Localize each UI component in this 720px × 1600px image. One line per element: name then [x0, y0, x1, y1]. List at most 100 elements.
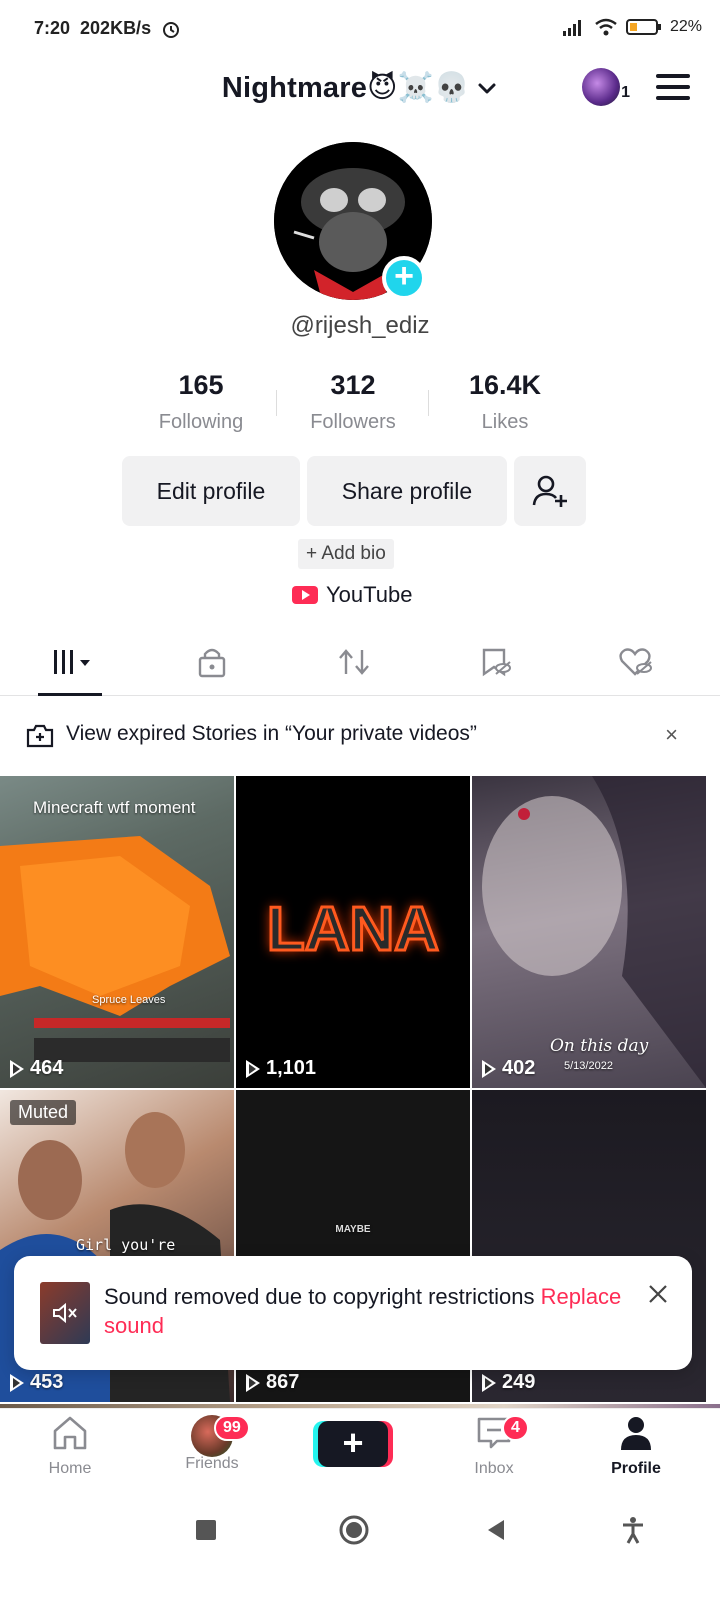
- tab-liked[interactable]: [606, 642, 666, 682]
- battery-percent: 22%: [669, 18, 702, 35]
- youtube-icon: [292, 586, 318, 604]
- close-icon[interactable]: ×: [665, 722, 678, 748]
- play-icon: [482, 1373, 496, 1392]
- add-friend-button[interactable]: [514, 456, 586, 526]
- tab-private[interactable]: [182, 642, 242, 682]
- banner-text: View expired Stories in “Your private vi…: [66, 722, 477, 745]
- inbox-badge: 4: [502, 1415, 529, 1441]
- nav-label: Home: [48, 1460, 92, 1477]
- copyright-toast: Sound removed due to copyright restricti…: [14, 1256, 692, 1370]
- view-count: 402: [482, 1057, 535, 1080]
- play-icon: [10, 1373, 24, 1392]
- video-caption: Minecraft wtf moment: [33, 798, 196, 817]
- video-thumbnail[interactable]: LANA 1,101: [236, 776, 470, 1088]
- back-icon[interactable]: [484, 1518, 508, 1542]
- stat-value: 16.4K: [468, 370, 542, 400]
- create-button[interactable]: +: [318, 1421, 388, 1467]
- active-tab-indicator: [38, 693, 102, 696]
- stat-value: 312: [330, 370, 376, 400]
- bookmark-hidden-icon: [482, 648, 511, 677]
- view-count: 453: [10, 1371, 63, 1394]
- username-handle: @rijesh_ediz: [290, 312, 430, 339]
- youtube-link[interactable]: YouTube: [292, 582, 412, 608]
- view-count: 249: [482, 1371, 535, 1394]
- toast-message: Sound removed due to copyright restricti…: [104, 1284, 535, 1309]
- content-tabs: [0, 630, 720, 696]
- recents-icon[interactable]: [194, 1518, 218, 1542]
- play-icon: [10, 1059, 24, 1078]
- tab-favorites[interactable]: [466, 642, 526, 682]
- edit-profile-button[interactable]: Edit profile: [122, 456, 300, 526]
- stat-value: 165: [178, 370, 224, 400]
- youtube-label: YouTube: [326, 582, 413, 607]
- stat-label: Following: [158, 411, 244, 433]
- divider: [428, 390, 429, 416]
- video-caption: MAYBE: [335, 1224, 371, 1235]
- heart-hidden-icon: [619, 648, 652, 676]
- home-button-icon[interactable]: [338, 1514, 370, 1546]
- friends-badge: 99: [214, 1415, 250, 1441]
- stat-likes[interactable]: 16.4K Likes: [430, 370, 580, 434]
- chevron-down-icon: [478, 83, 496, 93]
- close-icon[interactable]: [648, 1280, 668, 1311]
- grid-icon: [54, 650, 90, 674]
- view-count: 464: [10, 1057, 63, 1080]
- profile-name: Nightmare😈☠️💀: [221, 72, 471, 104]
- accessibility-icon[interactable]: [620, 1516, 646, 1544]
- video-subcaption: Spruce Leaves: [92, 994, 166, 1006]
- account-switcher[interactable]: Nightmare😈☠️💀: [222, 70, 498, 105]
- video-caption: On this day: [550, 1036, 649, 1056]
- profile-header: Nightmare😈☠️💀 1: [0, 60, 720, 120]
- status-time: 7:20: [34, 18, 71, 38]
- video-caption: LANA: [265, 894, 440, 966]
- share-profile-button[interactable]: Share profile: [307, 456, 507, 526]
- stat-label: Followers: [310, 411, 396, 433]
- nav-friends[interactable]: Friends 99: [162, 1415, 262, 1473]
- muted-video-thumbnail: [40, 1282, 90, 1344]
- play-icon: [246, 1373, 260, 1392]
- add-story-button[interactable]: +: [382, 256, 426, 300]
- video-caption: Girl you're: [76, 1236, 176, 1254]
- battery-icon: [625, 19, 661, 35]
- stat-followers[interactable]: 312 Followers: [278, 370, 428, 434]
- stat-following[interactable]: 165 Following: [126, 370, 276, 434]
- repost-icon: [339, 649, 369, 675]
- alarm-icon: [163, 21, 180, 38]
- system-navigation: [0, 1492, 720, 1600]
- stat-label: Likes: [481, 411, 529, 433]
- account-count-badge: 1: [621, 84, 630, 101]
- camera-plus-icon: [26, 724, 54, 748]
- expired-stories-banner[interactable]: View expired Stories in “Your private vi…: [0, 704, 720, 768]
- tab-videos[interactable]: [40, 642, 100, 682]
- nav-label: Inbox: [474, 1460, 514, 1477]
- signal-icon: [562, 20, 581, 36]
- view-count: 1,101: [246, 1057, 316, 1080]
- view-count: 867: [246, 1371, 299, 1394]
- person-icon: [621, 1417, 651, 1450]
- menu-icon[interactable]: [656, 74, 690, 102]
- video-thumbnail[interactable]: Minecraft wtf moment Spruce Leaves 464: [0, 776, 234, 1088]
- profile-actions: Edit profile Share profile: [122, 456, 586, 526]
- wifi-icon: [595, 18, 617, 36]
- nav-label: Friends: [185, 1455, 239, 1472]
- lock-icon: [198, 648, 226, 678]
- add-bio-button[interactable]: + Add bio: [298, 539, 394, 569]
- bottom-navigation: Home Friends 99 + Inbox 4 Profile: [0, 1408, 720, 1492]
- play-icon: [246, 1059, 260, 1078]
- home-icon: [53, 1416, 87, 1450]
- divider: [276, 390, 277, 416]
- account-avatar[interactable]: [582, 68, 620, 106]
- nav-inbox[interactable]: Inbox 4: [444, 1415, 544, 1478]
- status-bar: 7:20 202KB/s 22%: [0, 0, 720, 58]
- tab-reposts[interactable]: [324, 642, 384, 682]
- play-icon: [482, 1059, 496, 1078]
- network-speed: 202KB/s: [80, 18, 152, 38]
- video-subcaption: 5/13/2022: [564, 1060, 613, 1072]
- muted-badge: Muted: [10, 1100, 77, 1125]
- speaker-muted-icon: [53, 1302, 77, 1324]
- video-thumbnail[interactable]: On this day 5/13/2022 402: [472, 776, 706, 1088]
- profile-stats: 165 Following 312 Followers 16.4K Likes: [126, 370, 580, 434]
- nav-profile[interactable]: Profile: [586, 1415, 686, 1478]
- add-user-icon: [532, 475, 567, 507]
- nav-home[interactable]: Home: [20, 1415, 120, 1478]
